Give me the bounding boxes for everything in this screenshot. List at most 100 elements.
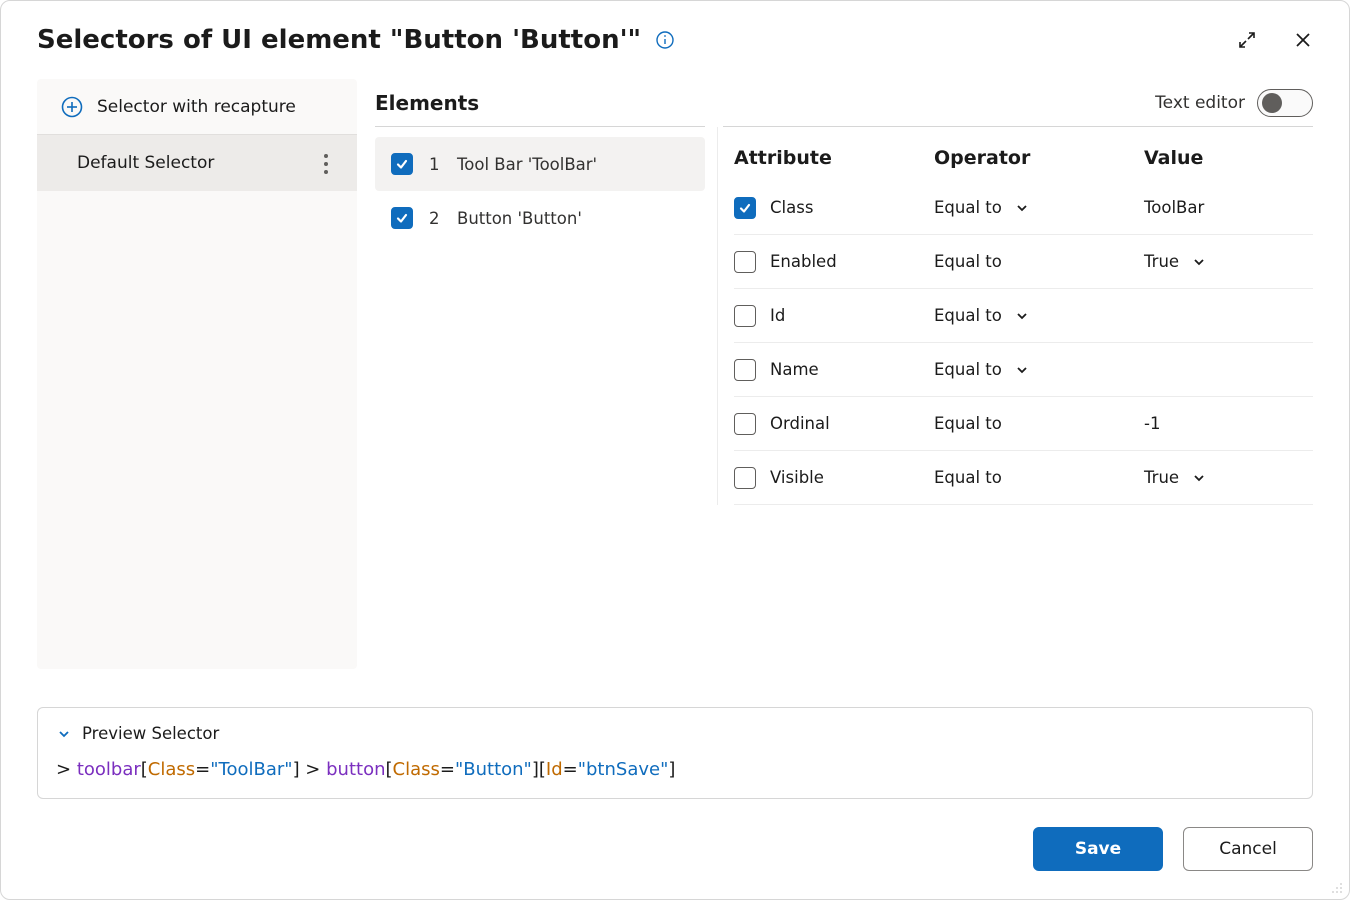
add-selector-label: Selector with recapture xyxy=(97,97,296,117)
attribute-row: Ordinal Equal to -1 xyxy=(734,397,1313,451)
operator-select[interactable]: Equal to xyxy=(934,414,1144,433)
operator-select[interactable]: Equal to xyxy=(934,468,1144,487)
attribute-checkbox[interactable] xyxy=(734,305,756,327)
titlebar-left: Selectors of UI element "Button 'Button'… xyxy=(37,25,675,55)
attribute-table: Attribute Operator Value Class Equal to To… xyxy=(717,127,1313,505)
chevron-down-icon xyxy=(1014,200,1030,216)
selector-token-str: "btnSave" xyxy=(578,759,669,780)
operator-value: Equal to xyxy=(934,198,1002,217)
attribute-checkbox[interactable] xyxy=(734,251,756,273)
operator-select[interactable]: Equal to xyxy=(934,306,1144,325)
element-row[interactable]: 1 Tool Bar 'ToolBar' xyxy=(375,137,705,191)
cancel-button[interactable]: Cancel xyxy=(1183,827,1313,871)
selector-token-punc: ] xyxy=(668,759,675,780)
elements-panel: Elements 1 Tool Bar 'ToolBar' 2Button 'But… xyxy=(375,79,705,691)
selector-token-attr: Class xyxy=(393,759,440,780)
attribute-name: Visible xyxy=(770,468,824,487)
dialog-footer: Save Cancel xyxy=(1,799,1349,899)
operator-select[interactable]: Equal to xyxy=(934,252,1144,271)
operator-select[interactable]: Equal to xyxy=(934,360,1144,379)
dialog-title: Selectors of UI element "Button 'Button'… xyxy=(37,25,641,55)
operator-value: Equal to xyxy=(934,360,1002,379)
selector-token-attr: Class xyxy=(148,759,195,780)
operator-select[interactable]: Equal to xyxy=(934,198,1144,217)
selector-token-op: = xyxy=(195,759,210,780)
value-field[interactable]: -1 xyxy=(1144,414,1313,433)
element-name: Tool Bar 'ToolBar' xyxy=(457,155,597,174)
attribute-value: True xyxy=(1144,252,1179,271)
col-value-header: Value xyxy=(1144,147,1313,169)
selector-item-menu-button[interactable] xyxy=(315,152,337,174)
chevron-down-icon xyxy=(1191,254,1207,270)
value-field[interactable]: True xyxy=(1144,468,1313,487)
attribute-row: Id Equal to xyxy=(734,289,1313,343)
chevron-down-icon xyxy=(56,726,72,742)
expand-icon[interactable] xyxy=(1237,30,1257,50)
value-field[interactable]: ToolBar xyxy=(1144,198,1313,217)
selector-list-item[interactable]: Default Selector xyxy=(37,135,357,191)
selector-token-attr: Id xyxy=(546,759,563,780)
close-icon[interactable] xyxy=(1293,30,1313,50)
operator-value: Equal to xyxy=(934,306,1002,325)
col-operator-header: Operator xyxy=(934,147,1144,169)
value-field[interactable]: True xyxy=(1144,252,1313,271)
attribute-name: Name xyxy=(770,360,819,379)
col-attribute-header: Attribute xyxy=(734,147,934,169)
attribute-row: EnabledEqual toTrue xyxy=(734,235,1313,289)
selector-token-punc: [ xyxy=(386,759,393,780)
element-checkbox[interactable] xyxy=(391,207,413,229)
elements-heading: Elements xyxy=(375,91,479,115)
text-editor-label: Text editor xyxy=(1155,93,1245,113)
operator-value: Equal to xyxy=(934,414,1002,433)
elements-header-row: Elements xyxy=(375,79,705,127)
titlebar: Selectors of UI element "Button 'Button'… xyxy=(1,1,1349,79)
chevron-down-icon xyxy=(1014,308,1030,324)
attribute-checkbox[interactable] xyxy=(734,467,756,489)
selector-builder-window: Selectors of UI element "Button 'Button'… xyxy=(0,0,1350,900)
selector-token-op: = xyxy=(440,759,455,780)
save-button[interactable]: Save xyxy=(1033,827,1163,871)
attribute-value: True xyxy=(1144,468,1179,487)
preview-selector-panel[interactable]: Preview Selector > toolbar[Class="ToolBa… xyxy=(37,707,1313,799)
plus-circle-icon xyxy=(61,96,83,118)
titlebar-right xyxy=(1237,30,1313,50)
attribute-checkbox[interactable] xyxy=(734,413,756,435)
operator-value: Equal to xyxy=(934,468,1002,487)
resize-grip-icon[interactable] xyxy=(1329,879,1343,893)
element-checkbox[interactable] xyxy=(391,153,413,175)
attribute-name: Ordinal xyxy=(770,414,830,433)
selector-token-str: "ToolBar" xyxy=(210,759,292,780)
attribute-name: Id xyxy=(770,306,785,325)
element-list: 1 Tool Bar 'ToolBar' 2Button 'Button' xyxy=(375,137,705,245)
selector-list-sidebar: Selector with recapture Default Selector xyxy=(37,79,357,669)
chevron-down-icon xyxy=(1191,470,1207,486)
info-icon[interactable] xyxy=(655,30,675,50)
selector-token-tag: button xyxy=(326,759,385,780)
main-content: Selector with recapture Default Selector… xyxy=(1,79,1349,691)
element-index: 1 xyxy=(429,155,441,174)
attribute-checkbox[interactable] xyxy=(734,359,756,381)
attribute-name: Class xyxy=(770,198,813,217)
selector-item-label: Default Selector xyxy=(77,153,214,173)
preview-selector-text: > toolbar[Class="ToolBar"] > button[Clas… xyxy=(56,759,1294,780)
selector-token-punc: [ xyxy=(141,759,148,780)
element-index: 2 xyxy=(429,209,441,228)
selector-token-tag: toolbar xyxy=(77,759,141,780)
preview-header[interactable]: Preview Selector xyxy=(56,724,1294,743)
attribute-table-header: Attribute Operator Value xyxy=(734,127,1313,181)
element-row[interactable]: 2Button 'Button' xyxy=(375,191,705,245)
text-editor-toggle[interactable] xyxy=(1257,89,1313,117)
preview-label: Preview Selector xyxy=(82,724,219,743)
attributes-panel: Text editor Attribute Operator Value Cla… xyxy=(723,79,1313,691)
attribute-value: ToolBar xyxy=(1144,198,1204,217)
attribute-checkbox[interactable] xyxy=(734,197,756,219)
selector-token-op: = xyxy=(563,759,578,780)
attribute-row: Class Equal to ToolBar xyxy=(734,181,1313,235)
selector-token-punc: ] > xyxy=(293,759,327,780)
chevron-down-icon xyxy=(1014,362,1030,378)
attribute-row: Name Equal to xyxy=(734,343,1313,397)
operator-value: Equal to xyxy=(934,252,1002,271)
text-editor-toggle-row: Text editor xyxy=(723,79,1313,127)
attribute-row: Visible Equal to True xyxy=(734,451,1313,505)
add-selector-button[interactable]: Selector with recapture xyxy=(37,79,357,135)
